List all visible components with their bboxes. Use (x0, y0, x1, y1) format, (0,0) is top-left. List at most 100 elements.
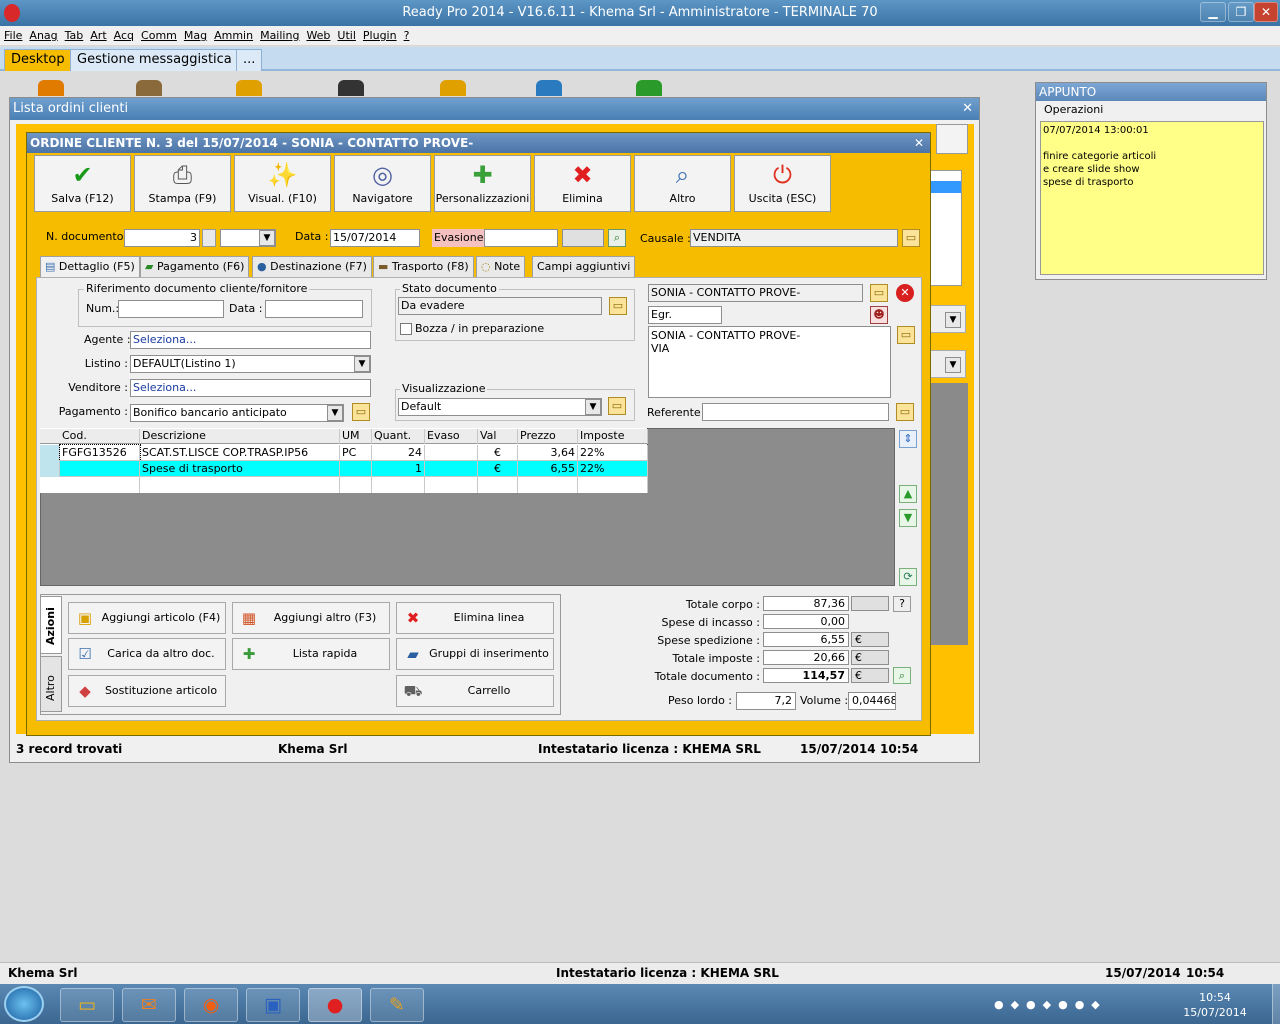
customer-address[interactable]: SONIA - CONTATTO PROVE- VIA (648, 326, 891, 398)
side-dropdown[interactable]: ▼ (930, 350, 966, 378)
move-down-icon[interactable]: ▼ (899, 509, 917, 527)
start-button[interactable] (4, 986, 44, 1022)
address-folder-icon[interactable]: ▭ (897, 326, 915, 344)
reference-num-input[interactable] (118, 300, 224, 318)
tab-more[interactable]: ... (236, 49, 263, 71)
doc-number-spin[interactable] (202, 229, 216, 247)
help-button[interactable]: ? (893, 596, 911, 612)
cell-empty[interactable] (372, 477, 425, 493)
total-search-icon[interactable]: ⌕ (893, 667, 911, 684)
view-button[interactable]: ✨ Visual. (F10) (234, 155, 331, 212)
tab-desktop[interactable]: Desktop (4, 49, 72, 71)
clock[interactable]: 10:54 15/07/2014 (1160, 990, 1270, 1020)
explorer-icon[interactable]: ▭ (60, 988, 114, 1022)
shipping-costs-value[interactable]: 6,55 (763, 632, 849, 647)
desktop-shortcut-icon[interactable] (440, 80, 466, 96)
row-selector[interactable] (40, 461, 60, 477)
ready-pro-icon[interactable]: ● (308, 988, 362, 1022)
users-icon[interactable] (936, 124, 968, 154)
menu-item-comm[interactable]: Comm (141, 29, 177, 42)
grid-header-cod[interactable]: Cod. (60, 429, 140, 444)
tab-dettaglio[interactable]: ▤ Dettaglio (F5) (40, 256, 140, 277)
seller-input[interactable]: Seleziona... (130, 379, 371, 397)
sort-arrows-icon[interactable]: ⇕ (899, 430, 917, 448)
tab-destinazione[interactable]: ● Destinazione (F7) (252, 256, 372, 277)
customer-title[interactable]: Egr. (648, 306, 722, 324)
customizations-button[interactable]: ✚ Personalizzazioni (434, 155, 531, 212)
customer-name[interactable]: SONIA - CONTATTO PROVE- (648, 284, 863, 302)
grid-header-prezzo[interactable]: Prezzo (518, 429, 578, 444)
menu-item-help[interactable]: ? (404, 29, 410, 42)
replace-article-button[interactable]: ◆ Sostituzione articolo (68, 675, 226, 707)
remote-desktop-icon[interactable]: ▣ (246, 988, 300, 1022)
menu-item-mag[interactable]: Mag (184, 29, 207, 42)
tab-gestione-messaggistica[interactable]: Gestione messaggistica (70, 49, 239, 71)
payment-select[interactable]: Bonifico bancario anticipato ▼ (130, 404, 344, 422)
cell-cod[interactable]: FGFG13526 (59, 444, 141, 462)
refresh-icon[interactable]: ⟳ (899, 568, 917, 586)
status-value[interactable]: Da evadere (398, 297, 602, 315)
grid-header-um[interactable]: UM (340, 429, 372, 444)
appunto-menu-operazioni[interactable]: Operazioni (1036, 101, 1266, 119)
doc-series-select[interactable]: ▼ (220, 229, 276, 247)
maximize-button[interactable]: ❐ (1228, 2, 1254, 22)
tab-azioni[interactable]: Azioni (40, 596, 62, 654)
menu-item-util[interactable]: Util (337, 29, 355, 42)
price-list-select[interactable]: DEFAULT(Listino 1) ▼ (130, 355, 371, 373)
view-select[interactable]: Default ▼ (398, 398, 602, 416)
delete-line-button[interactable]: ✖ Elimina linea (396, 602, 554, 634)
date-input[interactable]: 15/07/2014 (330, 229, 420, 247)
doc-number-input[interactable]: 3 (124, 229, 200, 247)
causale-input[interactable]: VENDITA (690, 229, 898, 247)
cell-imposte[interactable]: 22% (578, 461, 648, 477)
cell-empty[interactable] (340, 477, 372, 493)
customer-user-icon[interactable]: ☻ (870, 306, 888, 324)
cell-quant[interactable]: 1 (372, 461, 425, 477)
close-button[interactable]: ✕ (1254, 2, 1278, 22)
table-row-empty[interactable] (40, 477, 648, 493)
tab-altro[interactable]: Altro (40, 656, 62, 712)
cell-empty[interactable] (140, 477, 340, 493)
menu-item-file[interactable]: File (4, 29, 22, 42)
cell-empty[interactable] (60, 477, 140, 493)
cell-descr[interactable]: SCAT.ST.LISCE COP.TRASP.IP56 (140, 445, 340, 461)
cell-imposte[interactable]: 22% (578, 445, 648, 461)
desktop-shortcut-icon[interactable] (236, 80, 262, 96)
desktop-shortcut-icon[interactable] (536, 80, 562, 96)
paint-icon[interactable]: ✎ (370, 988, 424, 1022)
cell-prezzo[interactable]: 6,55 (518, 461, 578, 477)
tab-campi-aggiuntivi[interactable]: Campi aggiuntivi (532, 256, 636, 277)
delete-button[interactable]: ✖ Elimina (534, 155, 631, 212)
desktop-shortcut-icon[interactable] (136, 80, 162, 96)
desktop-shortcut-icon[interactable] (338, 80, 364, 96)
load-from-doc-button[interactable]: ☑ Carica da altro doc. (68, 638, 226, 670)
evasione-search-icon[interactable]: ⌕ (608, 229, 626, 247)
cell-um[interactable] (340, 461, 372, 477)
cell-evaso[interactable] (425, 461, 478, 477)
other-button[interactable]: ⌕ Altro (634, 155, 731, 212)
cell-empty[interactable] (518, 477, 578, 493)
grid-header-imposte[interactable]: Imposte (578, 429, 648, 444)
tab-note[interactable]: ◌ Note (476, 256, 526, 277)
volume-value[interactable]: 0,044688 (848, 692, 896, 710)
menu-item-art[interactable]: Art (90, 29, 106, 42)
cell-descr[interactable]: Spese di trasporto (140, 461, 340, 477)
cell-evaso[interactable] (425, 445, 478, 461)
navigator-button[interactable]: ◎ Navigatore (334, 155, 431, 212)
row-selector[interactable] (40, 445, 60, 461)
minimize-button[interactable]: ▁ (1200, 2, 1226, 22)
menu-item-ammin[interactable]: Ammin (214, 29, 253, 42)
desktop-shortcut-icon[interactable] (38, 80, 64, 96)
referente-input[interactable] (702, 403, 889, 421)
menu-item-web[interactable]: Web (306, 29, 330, 42)
cell-prezzo[interactable]: 3,64 (518, 445, 578, 461)
show-desktop-button[interactable] (1272, 984, 1280, 1024)
exit-button[interactable]: ⏻ Uscita (ESC) (734, 155, 831, 212)
order-close-icon[interactable]: ✕ (914, 133, 924, 153)
gross-weight-value[interactable]: 7,2 (736, 692, 796, 710)
agent-input[interactable]: Seleziona... (130, 331, 371, 349)
desktop-shortcut-icon[interactable] (636, 80, 662, 96)
reference-date-input[interactable] (265, 300, 363, 318)
add-article-button[interactable]: ▣ Aggiungi articolo (F4) (68, 602, 226, 634)
grid-header-descrizione[interactable]: Descrizione (140, 429, 340, 444)
